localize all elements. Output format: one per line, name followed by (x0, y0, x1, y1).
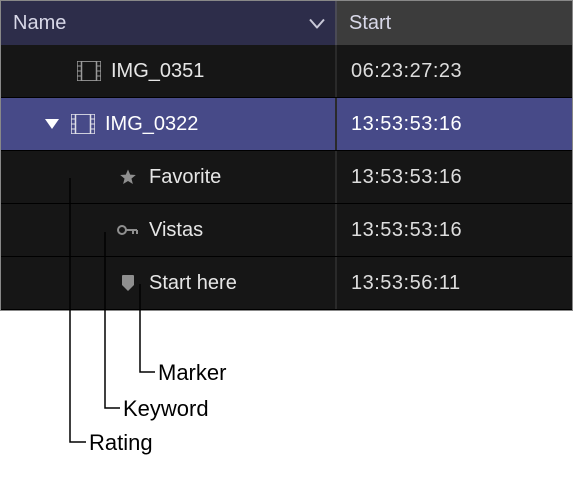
cell-start: 06:23:27:23 (337, 60, 572, 83)
table-row[interactable]: IMG_0351 06:23:27:23 (1, 45, 572, 98)
callout-keyword: Keyword (123, 396, 209, 422)
disclosure-triangle-icon[interactable] (39, 118, 65, 130)
column-header-start[interactable]: Start (337, 1, 572, 45)
marker-icon (117, 274, 139, 292)
cell-start: 13:53:53:16 (337, 113, 572, 136)
table-row[interactable]: IMG_0322 13:53:53:16 (1, 98, 572, 151)
cell-name: Vistas (1, 204, 337, 256)
keyword-label: Vistas (149, 219, 203, 242)
film-icon (71, 114, 95, 134)
star-icon (117, 168, 139, 186)
table-row[interactable]: Start here 13:53:56:11 (1, 257, 572, 310)
cell-name: IMG_0322 (1, 98, 337, 150)
film-icon (77, 61, 101, 81)
cell-start: 13:53:56:11 (337, 272, 572, 295)
cell-start: 13:53:53:16 (337, 166, 572, 189)
clip-name-label: IMG_0351 (111, 60, 204, 83)
table-row[interactable]: Favorite 13:53:53:16 (1, 151, 572, 204)
rating-label: Favorite (149, 166, 221, 189)
cell-name: Favorite (1, 151, 337, 203)
sort-chevron-icon (309, 12, 325, 35)
clip-name-label: IMG_0322 (105, 113, 198, 136)
callout-marker: Marker (158, 360, 226, 386)
column-header-start-label: Start (349, 12, 391, 35)
callout-rating: Rating (89, 430, 153, 456)
table-header: Name Start (1, 1, 572, 45)
cell-start: 13:53:53:16 (337, 219, 572, 242)
cell-name: Start here (1, 257, 337, 309)
column-header-name[interactable]: Name (1, 1, 337, 45)
marker-label: Start here (149, 272, 237, 295)
clip-list-table: Name Start IMG_0351 06:23:27:23 IMG_ (0, 0, 573, 311)
table-row[interactable]: Vistas 13:53:53:16 (1, 204, 572, 257)
column-header-name-label: Name (13, 12, 66, 35)
key-icon (117, 224, 139, 236)
cell-name: IMG_0351 (1, 45, 337, 97)
